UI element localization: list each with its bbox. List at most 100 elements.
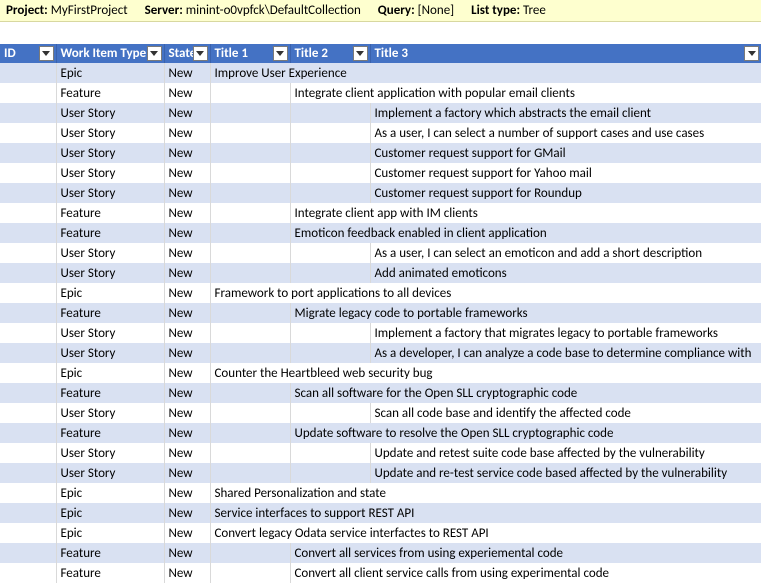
cell-title1 bbox=[210, 443, 290, 463]
table-row[interactable]: User StoryNew As a developer, I can analy… bbox=[0, 343, 761, 363]
table-row[interactable]: FeatureNewConvert all services from usin… bbox=[0, 543, 761, 563]
cell-title1 bbox=[210, 423, 290, 443]
cell-work-item-type: Feature bbox=[56, 203, 164, 223]
table-header-row: ID Work Item Type State Title 1 Title 2 … bbox=[0, 44, 761, 63]
cell-work-item-type: User Story bbox=[56, 323, 164, 343]
cell-state: New bbox=[164, 343, 210, 363]
filter-dropdown-icon[interactable] bbox=[353, 46, 368, 61]
project-value: MyFirstProject bbox=[51, 3, 128, 18]
table-row[interactable]: EpicNewImprove User Experience bbox=[0, 63, 761, 83]
cell-id bbox=[0, 523, 56, 543]
cell-title1 bbox=[210, 543, 290, 563]
cell-title2: Convert all services from using experiem… bbox=[290, 543, 761, 563]
table-row[interactable]: FeatureNewConvert all client service cal… bbox=[0, 563, 761, 583]
table-row[interactable]: User StoryNewCustomer request support fo… bbox=[0, 183, 761, 203]
table-row[interactable]: FeatureNew Migrate legacy code to portabl… bbox=[0, 303, 761, 323]
cell-work-item-type: Epic bbox=[56, 363, 164, 383]
filter-dropdown-icon[interactable] bbox=[744, 46, 759, 61]
cell-title3: Add animated emoticons bbox=[370, 263, 761, 283]
cell-work-item-type: User Story bbox=[56, 343, 164, 363]
col-header-state[interactable]: State bbox=[164, 44, 210, 63]
filter-dropdown-icon[interactable] bbox=[39, 46, 54, 61]
cell-id bbox=[0, 143, 56, 163]
table-row[interactable]: EpicNewShared Personalization and state bbox=[0, 483, 761, 503]
table-row[interactable]: User StoryNewScan all code base and iden… bbox=[0, 403, 761, 423]
cell-state: New bbox=[164, 303, 210, 323]
cell-state: New bbox=[164, 163, 210, 183]
table-row[interactable]: FeatureNewIntegrate client app with IM c… bbox=[0, 203, 761, 223]
table-row[interactable]: User StoryNewUpdate and re-test service … bbox=[0, 463, 761, 483]
col-header-title2[interactable]: Title 2 bbox=[290, 44, 370, 63]
table-row[interactable]: User StoryNewUpdate and retest suite cod… bbox=[0, 443, 761, 463]
cell-work-item-type: User Story bbox=[56, 143, 164, 163]
cell-state: New bbox=[164, 563, 210, 583]
table-row[interactable]: User StoryNewCustomer request support fo… bbox=[0, 163, 761, 183]
table-row[interactable]: FeatureNewEmoticon feedback enabled in c… bbox=[0, 223, 761, 243]
cell-title1 bbox=[210, 383, 290, 403]
cell-title1 bbox=[210, 83, 290, 103]
cell-title2: Update software to resolve the Open SLL … bbox=[290, 423, 761, 443]
cell-title1 bbox=[210, 323, 290, 343]
cell-work-item-type: User Story bbox=[56, 183, 164, 203]
cell-title3: Update and re-test service code based af… bbox=[370, 463, 761, 483]
work-item-table: ID Work Item Type State Title 1 Title 2 … bbox=[0, 44, 761, 583]
cell-state: New bbox=[164, 183, 210, 203]
cell-id bbox=[0, 243, 56, 263]
cell-id bbox=[0, 423, 56, 443]
filter-dropdown-icon[interactable] bbox=[147, 46, 162, 61]
cell-title1: Shared Personalization and state bbox=[210, 483, 761, 503]
table-row[interactable]: User StoryNewAs a user, I can select an … bbox=[0, 243, 761, 263]
cell-title3: As a developer, I can analyze a code bas… bbox=[370, 343, 761, 363]
table-row[interactable]: EpicNewConvert legacy Odata service inte… bbox=[0, 523, 761, 543]
cell-title2 bbox=[290, 143, 370, 163]
table-row[interactable]: User StoryNewImplement a factory that mi… bbox=[0, 323, 761, 343]
cell-id bbox=[0, 383, 56, 403]
cell-work-item-type: Feature bbox=[56, 83, 164, 103]
cell-work-item-type: Feature bbox=[56, 223, 164, 243]
cell-state: New bbox=[164, 103, 210, 123]
filter-dropdown-icon[interactable] bbox=[193, 46, 208, 61]
cell-title2: Migrate legacy code to portable framewor… bbox=[290, 303, 761, 323]
cell-state: New bbox=[164, 83, 210, 103]
table-row[interactable]: FeatureNewUpdate software to resolve the… bbox=[0, 423, 761, 443]
table-row[interactable]: User StoryNewImplement a factory which a… bbox=[0, 103, 761, 123]
cell-title2: Emoticon feedback enabled in client appl… bbox=[290, 223, 761, 243]
cell-id bbox=[0, 123, 56, 143]
cell-title1 bbox=[210, 343, 290, 363]
cell-work-item-type: Feature bbox=[56, 543, 164, 563]
col-header-type-label: Work Item Type bbox=[61, 46, 147, 61]
cell-state: New bbox=[164, 203, 210, 223]
cell-state: New bbox=[164, 383, 210, 403]
col-header-type[interactable]: Work Item Type bbox=[56, 44, 164, 63]
cell-work-item-type: Epic bbox=[56, 283, 164, 303]
table-row[interactable]: EpicNewService interfaces to support RES… bbox=[0, 503, 761, 523]
col-header-title1[interactable]: Title 1 bbox=[210, 44, 290, 63]
table-row[interactable]: FeatureNewScan all software for the Open… bbox=[0, 383, 761, 403]
cell-state: New bbox=[164, 123, 210, 143]
cell-state: New bbox=[164, 403, 210, 423]
cell-title2 bbox=[290, 403, 370, 423]
col-header-id[interactable]: ID bbox=[0, 44, 56, 63]
cell-work-item-type: Feature bbox=[56, 303, 164, 323]
cell-title2 bbox=[290, 263, 370, 283]
listtype-value: Tree bbox=[523, 3, 546, 18]
col-header-id-label: ID bbox=[4, 46, 16, 61]
cell-state: New bbox=[164, 423, 210, 443]
table-row[interactable]: EpicNewCounter the Heartbleed web securi… bbox=[0, 363, 761, 383]
table-row[interactable]: EpicNewFramework to port applications to… bbox=[0, 283, 761, 303]
table-row[interactable]: FeatureNewIntegrate client application w… bbox=[0, 83, 761, 103]
cell-id bbox=[0, 163, 56, 183]
table-row[interactable]: User StoryNewAdd animated emoticons bbox=[0, 263, 761, 283]
col-header-title3[interactable]: Title 3 bbox=[370, 44, 761, 63]
cell-state: New bbox=[164, 443, 210, 463]
cell-work-item-type: User Story bbox=[56, 403, 164, 423]
cell-id bbox=[0, 443, 56, 463]
cell-work-item-type: Feature bbox=[56, 383, 164, 403]
table-row[interactable]: User StoryNewCustomer request support fo… bbox=[0, 143, 761, 163]
cell-title1 bbox=[210, 223, 290, 243]
filter-dropdown-icon[interactable] bbox=[273, 46, 288, 61]
cell-work-item-type: User Story bbox=[56, 123, 164, 143]
table-row[interactable]: User StoryNewAs a user, I can select a n… bbox=[0, 123, 761, 143]
cell-state: New bbox=[164, 363, 210, 383]
col-header-title2-label: Title 2 bbox=[295, 46, 328, 61]
